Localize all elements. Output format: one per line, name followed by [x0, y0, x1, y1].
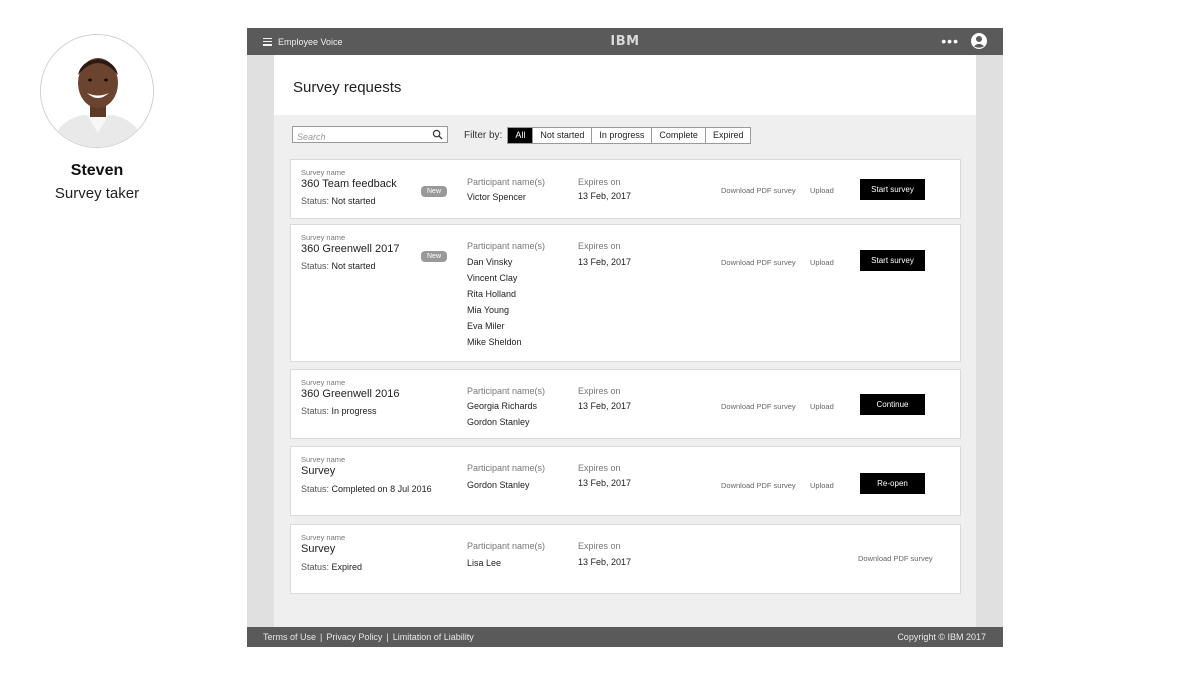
expires-date: 13 Feb, 2017: [578, 257, 632, 267]
filter-all[interactable]: All: [508, 128, 533, 143]
page-header: Survey requests: [274, 55, 976, 115]
participant-name: Gordon Stanley: [467, 417, 530, 427]
participants-label: Participant name(s): [467, 241, 546, 251]
download-pdf-link[interactable]: Download PDF survey: [721, 258, 796, 267]
page-title: Survey requests: [293, 79, 402, 96]
participant-name: Rita Holland: [467, 289, 517, 299]
survey-name-label: Survey name: [301, 533, 346, 542]
download-pdf-link[interactable]: Download PDF survey: [721, 402, 796, 411]
filter-complete[interactable]: Complete: [651, 128, 705, 143]
participants-label: Participant name(s): [467, 386, 546, 396]
main-content: Survey requests Filter by: All Not start…: [274, 55, 976, 627]
survey-name-label: Survey name: [301, 233, 346, 242]
new-badge: New: [421, 186, 448, 197]
expires-label: Expires on: [578, 386, 621, 396]
survey-card: Survey name Survey Status: Expired Parti…: [290, 524, 961, 594]
participant-name: Lisa Lee: [467, 558, 502, 568]
participants-label: Participant name(s): [467, 463, 546, 473]
status-value: Not started: [331, 261, 376, 271]
upload-link[interactable]: Upload: [810, 186, 834, 195]
survey-name-label: Survey name: [301, 168, 346, 177]
survey-name: Survey: [301, 543, 336, 555]
filter-in-progress[interactable]: In progress: [591, 128, 651, 143]
status-label: Status:: [301, 562, 330, 572]
survey-name-label: Survey name: [301, 378, 346, 387]
expires-label: Expires on: [578, 463, 621, 473]
participant-name: Mia Young: [467, 305, 510, 315]
hamburger-menu-icon[interactable]: [263, 37, 272, 46]
status-label: Status:: [301, 406, 330, 416]
search-icon[interactable]: [432, 129, 443, 140]
survey-card: Survey name Survey Status: Completed on …: [290, 446, 961, 516]
avatar: [40, 34, 154, 148]
status-value: Completed on 8 Jul 2016: [331, 484, 432, 494]
status-value: Not started: [331, 196, 376, 206]
more-options-icon[interactable]: •••: [941, 33, 959, 49]
filter-label: Filter by:: [464, 130, 503, 141]
expires-date: 13 Feb, 2017: [578, 557, 632, 567]
filter-not-started[interactable]: Not started: [532, 128, 591, 143]
terms-link[interactable]: Terms of Use: [263, 632, 316, 642]
expires-date: 13 Feb, 2017: [578, 478, 632, 488]
survey-card: Survey name 360 Greenwell 2016 Status: I…: [290, 369, 961, 439]
expires-label: Expires on: [578, 177, 621, 187]
survey-name: Survey: [301, 465, 336, 477]
status-label: Status:: [301, 484, 330, 494]
participant-name: Vincent Clay: [467, 273, 518, 283]
expires-date: 13 Feb, 2017: [578, 401, 632, 411]
upload-link[interactable]: Upload: [810, 402, 834, 411]
start-survey-button[interactable]: Start survey: [860, 179, 925, 200]
app-window: Employee Voice IBM ••• Survey requests S…: [247, 28, 1003, 647]
participant-name: Gordon Stanley: [467, 480, 530, 490]
persona-role: Survey taker: [54, 185, 140, 202]
upload-link[interactable]: Upload: [810, 481, 834, 490]
download-pdf-link[interactable]: Download PDF survey: [858, 554, 933, 563]
download-pdf-link[interactable]: Download PDF survey: [721, 481, 796, 490]
status-value: Expired: [331, 562, 363, 572]
participant-name: Victor Spencer: [467, 192, 526, 202]
survey-name-label: Survey name: [301, 455, 346, 464]
filter-options: All Not started In progress Complete Exp…: [507, 127, 752, 144]
ibm-logo: IBM: [610, 34, 640, 49]
upload-link[interactable]: Upload: [810, 258, 834, 267]
footer: Terms of Use | Privacy Policy | Limitation o…: [247, 627, 1003, 647]
user-profile-icon[interactable]: [971, 33, 987, 49]
expires-label: Expires on: [578, 541, 621, 551]
filter-expired[interactable]: Expired: [704, 128, 751, 143]
toolbar: Filter by: All Not started In progress C…: [292, 126, 958, 146]
person-photo-icon: [41, 35, 153, 147]
participants-label: Participant name(s): [467, 541, 546, 551]
survey-name: 360 Greenwell 2016: [301, 388, 400, 400]
participant-name: Georgia Richards: [467, 401, 538, 411]
start-survey-button[interactable]: Start survey: [860, 250, 925, 271]
privacy-link[interactable]: Privacy Policy: [326, 632, 382, 642]
filter-bar: Filter by: All Not started In progress C…: [464, 127, 752, 144]
survey-card: Survey name 360 Greenwell 2017 Status: N…: [290, 224, 961, 362]
new-badge: New: [421, 251, 448, 262]
expires-label: Expires on: [578, 241, 621, 251]
app-title: Employee Voice: [278, 36, 343, 47]
continue-button[interactable]: Continue: [860, 394, 925, 415]
persona-panel: Steven Survey taker: [40, 34, 154, 202]
status-label: Status:: [301, 261, 330, 271]
reopen-button[interactable]: Re-open: [860, 473, 925, 494]
participants-label: Participant name(s): [467, 177, 546, 187]
participant-name: Eva Miler: [467, 321, 505, 331]
copyright: Copyright © IBM 2017: [897, 632, 986, 642]
search-box[interactable]: [292, 126, 448, 144]
survey-card: Survey name 360 Team feedback Status: No…: [290, 159, 961, 219]
download-pdf-link[interactable]: Download PDF survey: [721, 186, 796, 195]
footer-links: Terms of Use | Privacy Policy | Limitation o…: [263, 632, 474, 642]
search-input[interactable]: [293, 130, 429, 144]
status-value: In progress: [331, 406, 377, 416]
participant-name: Mike Sheldon: [467, 337, 522, 347]
liability-link[interactable]: Limitation of Liability: [393, 632, 474, 642]
top-bar: Employee Voice IBM •••: [247, 28, 1003, 55]
persona-name: Steven: [70, 162, 124, 179]
participant-name: Dan Vinsky: [467, 257, 513, 267]
status-label: Status:: [301, 196, 330, 206]
expires-date: 13 Feb, 2017: [578, 191, 632, 201]
